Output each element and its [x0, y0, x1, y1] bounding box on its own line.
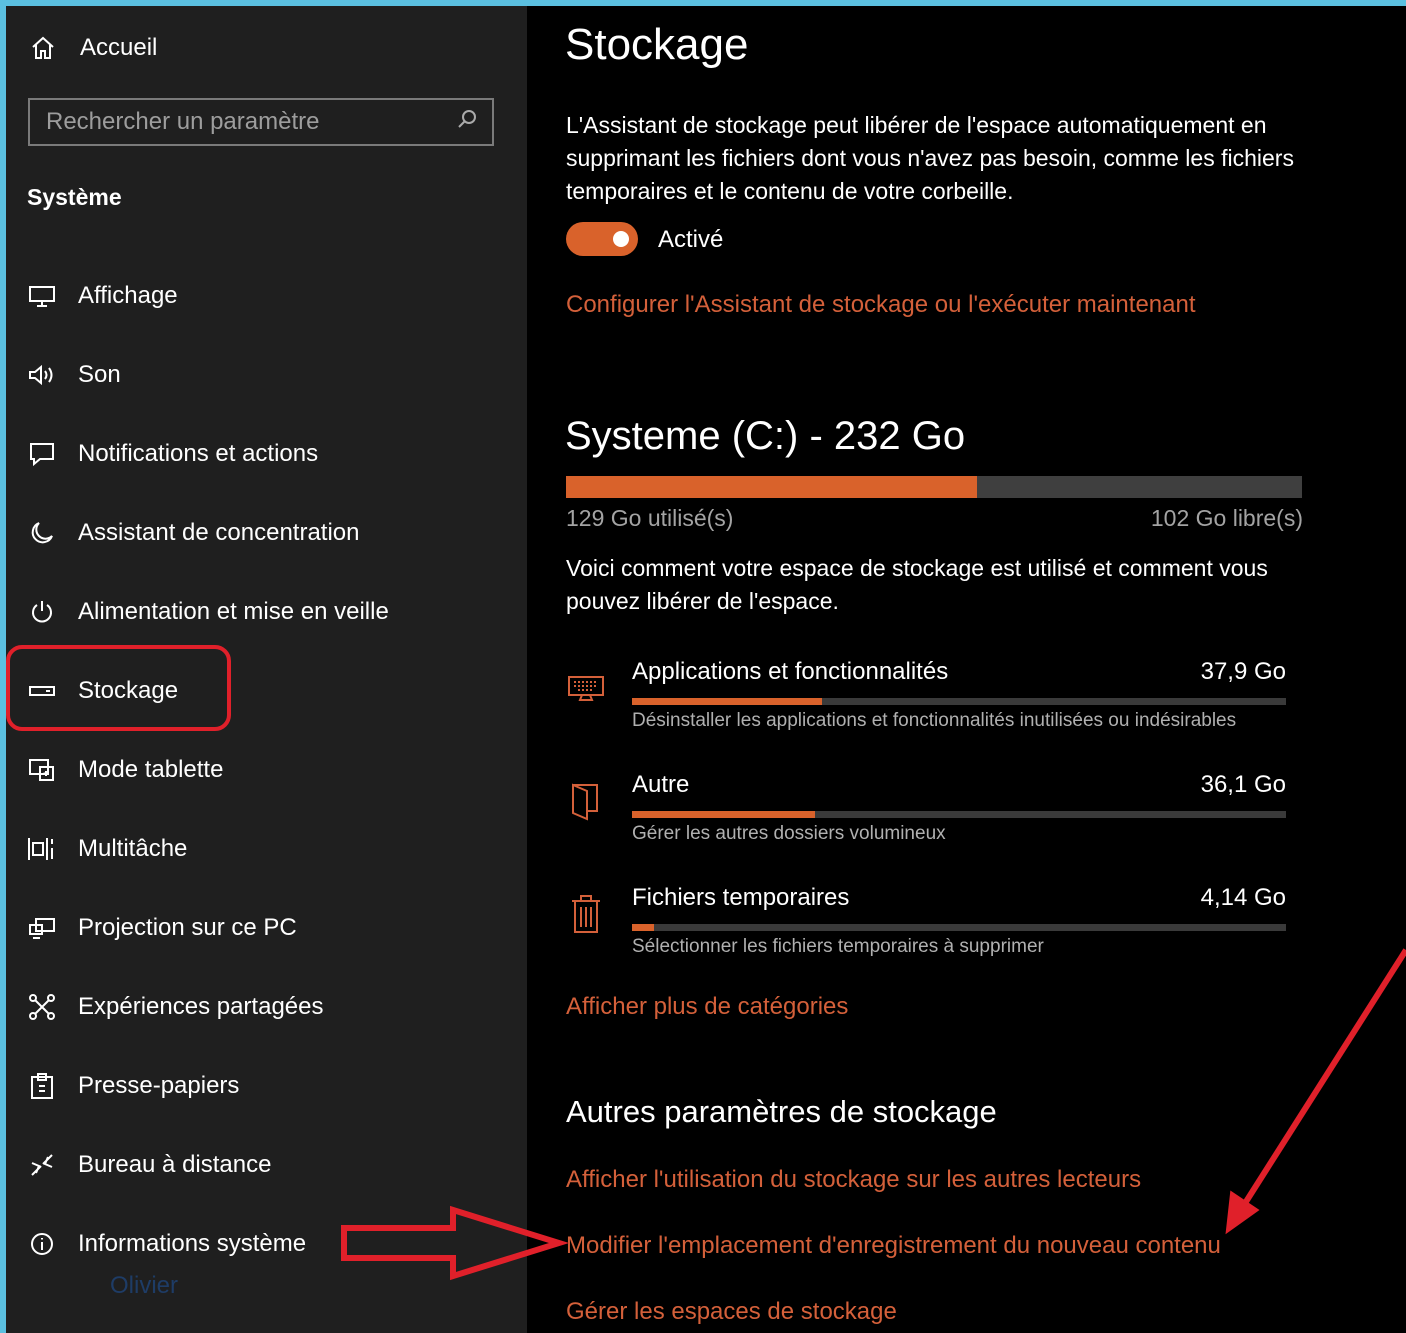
speaker-icon [25, 358, 59, 392]
folder-icon [566, 779, 606, 823]
info-icon [25, 1227, 59, 1261]
sidebar-item-alimentation[interactable]: Alimentation et mise en veille [6, 572, 527, 651]
used-space-label: 129 Go utilisé(s) [566, 505, 734, 531]
usage-description: Voici comment votre espace de stockage e… [566, 555, 1268, 614]
drive-usage-fill [566, 476, 977, 498]
sidebar-item-son[interactable]: Son [6, 335, 527, 414]
storage-sense-description: L'Assistant de stockage peut libérer de … [566, 112, 1294, 204]
toggle-knob [613, 231, 629, 247]
sidebar-item-label: Mode tablette [78, 755, 224, 783]
sidebar-item-projection[interactable]: Projection sur ce PC [6, 888, 527, 967]
section-title: Système [27, 184, 122, 210]
save-location-link[interactable]: Modifier l'emplacement d'enregistrement … [566, 1232, 1221, 1260]
sidebar-item-notifications[interactable]: Notifications et actions [6, 414, 527, 493]
sidebar-item-affichage[interactable]: Affichage [6, 256, 527, 335]
category-temp-files[interactable]: Fichiers temporaires 4,14 Go Sélectionne… [566, 884, 1286, 984]
category-usage-bar [632, 924, 1286, 931]
sidebar-item-label: Alimentation et mise en veille [78, 597, 389, 625]
drive-title: Systeme (C:) - 232 Go [565, 414, 966, 458]
trash-icon [566, 892, 606, 936]
power-icon [25, 595, 59, 629]
free-space-label: 102 Go libre(s) [1150, 505, 1303, 531]
sidebar-item-presse-papiers[interactable]: Presse-papiers [6, 1046, 527, 1125]
display-icon [25, 279, 59, 313]
settings-window: Accueil Rechercher un paramètre Système … [6, 6, 1406, 1333]
category-size: 4,14 Go [1200, 884, 1286, 911]
search-input[interactable]: Rechercher un paramètre [28, 98, 494, 146]
category-usage-bar [632, 811, 1286, 818]
sidebar-item-label: Bureau à distance [78, 1150, 272, 1178]
category-name: Applications et fonctionnalités [632, 658, 949, 685]
page-title: Stockage [565, 20, 749, 69]
toggle-label: Activé [658, 226, 724, 253]
sidebar-item-label: Son [78, 360, 121, 388]
sidebar-item-label: Presse-papiers [78, 1071, 240, 1099]
category-description: Sélectionner les fichiers temporaires à … [632, 936, 1044, 957]
category-size: 36,1 Go [1200, 771, 1286, 798]
sidebar-item-multitache[interactable]: Multitâche [6, 809, 527, 888]
sidebar-item-label: Projection sur ce PC [78, 913, 297, 941]
storage-spaces-link[interactable]: Gérer les espaces de stockage [566, 1298, 897, 1326]
category-apps[interactable]: Applications et fonctionnalités 37,9 Go … [566, 658, 1286, 758]
sidebar-item-label: Informations système [78, 1229, 307, 1257]
home-nav-item[interactable]: Accueil [26, 30, 157, 66]
sidebar-item-experiences[interactable]: Expériences partagées [6, 967, 527, 1046]
keyboard-icon [566, 666, 606, 710]
home-icon [26, 35, 60, 61]
sidebar-item-informations[interactable]: Informations système [6, 1204, 527, 1283]
search-icon [456, 108, 478, 137]
search-placeholder: Rechercher un paramètre [46, 108, 320, 135]
sidebar-item-concentration[interactable]: Assistant de concentration [6, 493, 527, 572]
sidebar-item-label: Stockage [78, 676, 179, 704]
tablet-icon [25, 753, 59, 787]
sidebar: Accueil Rechercher un paramètre Système … [6, 6, 527, 1333]
clipboard-icon [25, 1069, 59, 1103]
projection-icon [25, 911, 59, 945]
storage-sense-toggle[interactable] [566, 222, 638, 256]
multitask-icon [25, 832, 59, 866]
drive-usage-bar [566, 476, 1302, 498]
sidebar-item-label: Multitâche [78, 834, 188, 862]
other-drives-link[interactable]: Afficher l'utilisation du stockage sur l… [566, 1166, 1141, 1194]
remote-icon [25, 1148, 59, 1182]
sidebar-item-label: Expériences partagées [78, 992, 324, 1020]
sidebar-nav: Affichage Son Notifications et actions A… [6, 256, 527, 1283]
sidebar-item-label: Assistant de concentration [78, 518, 360, 546]
sidebar-item-label: Notifications et actions [78, 439, 319, 467]
sidebar-item-tablette[interactable]: Mode tablette [6, 730, 527, 809]
configure-storage-sense-link[interactable]: Configurer l'Assistant de stockage ou l'… [566, 291, 1196, 319]
home-label: Accueil [80, 34, 158, 61]
main-content: Stockage L'Assistant de stockage peut li… [527, 6, 1406, 1333]
other-settings-title: Autres paramètres de stockage [566, 1094, 997, 1129]
category-usage-bar [632, 698, 1286, 705]
category-name: Autre [632, 771, 690, 798]
category-size: 37,9 Go [1200, 658, 1286, 685]
category-usage-fill [632, 924, 654, 931]
category-name: Fichiers temporaires [632, 884, 850, 911]
category-description: Gérer les autres dossiers volumineux [632, 823, 946, 844]
more-categories-link[interactable]: Afficher plus de catégories [566, 993, 848, 1021]
shared-icon [25, 990, 59, 1024]
sidebar-item-stockage[interactable]: Stockage [6, 651, 527, 730]
category-usage-fill [632, 698, 822, 705]
storage-icon [25, 674, 59, 708]
sidebar-item-bureau-distance[interactable]: Bureau à distance [6, 1125, 527, 1204]
category-usage-fill [632, 811, 816, 818]
sidebar-item-label: Affichage [78, 281, 178, 309]
moon-icon [25, 516, 59, 550]
category-other[interactable]: Autre 36,1 Go Gérer les autres dossiers … [566, 771, 1286, 871]
watermark: Olivier [110, 1272, 179, 1299]
category-description: Désinstaller les applications et fonctio… [632, 710, 1237, 731]
notification-icon [25, 437, 59, 471]
